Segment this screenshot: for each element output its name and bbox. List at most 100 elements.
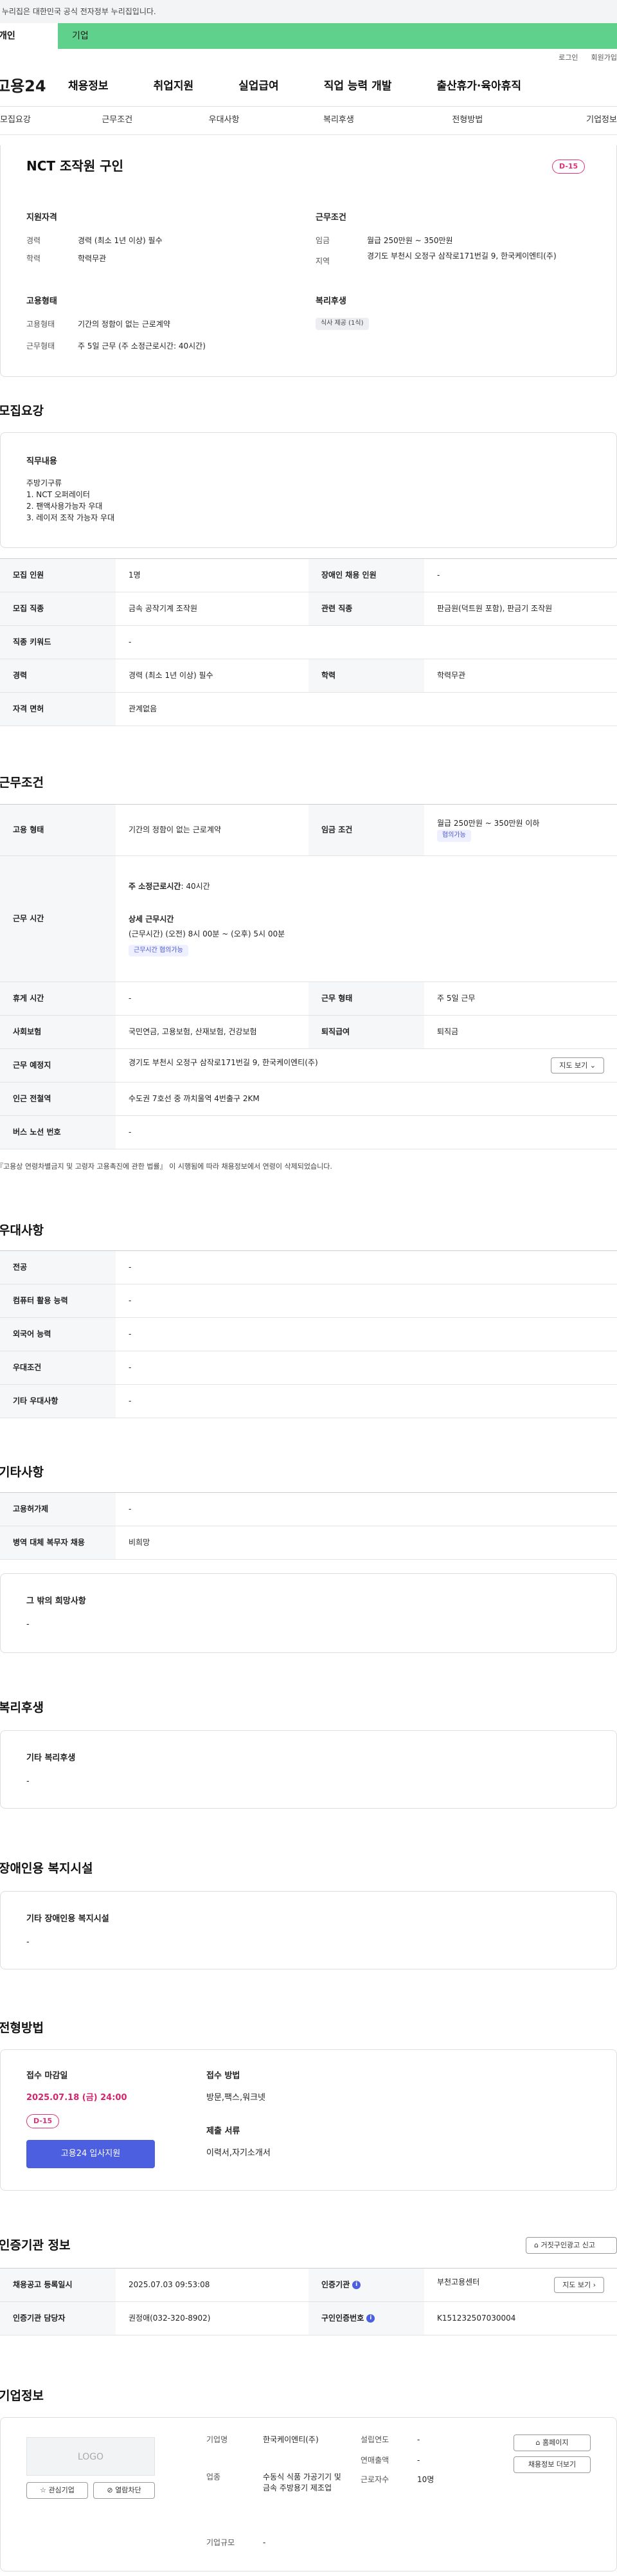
more-jobs-label: 채용정보 더보기: [528, 2460, 577, 2469]
subnav-conditions[interactable]: 근무조건: [82, 114, 184, 127]
cond-hours-cell: 주 소정근로시간: 40시간 상세 근무시간 (근무시간) (오전) 8시 00…: [116, 855, 617, 982]
chevron-right-icon: ›: [593, 2280, 596, 2289]
cond-v-place: 경기도 부천시 오정구 삼작로171번길 9, 한국케이엔티(주): [129, 1057, 318, 1067]
company-k-name: 기업명: [206, 2435, 228, 2444]
table-row: 근무 예정지 경기도 부천시 오정구 삼작로171번길 9, 한국케이엔티(주)…: [0, 1048, 617, 1082]
duty-line-1: 주방기구류: [26, 479, 62, 488]
site-logo[interactable]: 고용24: [0, 75, 68, 98]
homepage-button[interactable]: ⌂ 홈페이지: [514, 2434, 591, 2451]
tab-business-label: 기업: [72, 31, 89, 41]
table-row: 기타 우대사항 -: [0, 1384, 617, 1418]
cond-k-subway: 인근 전철역: [0, 1082, 116, 1116]
pref-k-language: 외국어 능력: [0, 1317, 116, 1351]
tab-personal[interactable]: 개인: [0, 23, 58, 49]
table-row: 자격 면허 관계없음: [0, 692, 617, 726]
pref-v-computer: -: [116, 1284, 617, 1318]
cond-k-rest: 휴게 시간: [0, 982, 116, 1016]
gnb-parental-leave[interactable]: 출산휴가·육아휴직: [436, 78, 521, 95]
agency-map-label: 지도 보기: [562, 2280, 591, 2289]
agency-k-reg: 채용공고 등록일시: [0, 2268, 116, 2302]
welfare-card: 기타 복리후생 -: [0, 1730, 617, 1809]
gnb-skill-development[interactable]: 직업 능력 개발: [324, 78, 392, 95]
company-section-title: 기업정보: [0, 2389, 44, 2403]
table-row: 버스 노선 번호 -: [0, 1115, 617, 1149]
duty-title: 직무내용: [26, 457, 57, 466]
method-label: 접수 방법: [206, 2071, 240, 2081]
block-view-label: 열람차단: [115, 2486, 141, 2494]
gnb-unemployment-benefit[interactable]: 실업급여: [238, 78, 279, 95]
apply-button[interactable]: 고용24 입사지원: [26, 2140, 155, 2168]
age-law-note: 『고용상 연령차별금지 및 고령자 고용촉진에 관한 법률』 이 시행됨에 따라…: [0, 1162, 332, 1171]
disability-box-title: 기타 장애인용 복지시설: [26, 1914, 109, 1924]
wage-negotiable-badge: 협의가능: [437, 830, 471, 842]
cond-k-bus: 버스 노선 번호: [0, 1115, 116, 1149]
gnb-employment-support[interactable]: 취업지원: [154, 78, 194, 95]
page: 이 누리집은 대한민국 공식 전자정부 누리집입니다. 개인 기업 로그인 회원…: [0, 0, 617, 2576]
info-icon[interactable]: i: [352, 2280, 361, 2289]
deadline-value: 2025.07.18 (금) 24:00: [26, 2093, 127, 2103]
agency-k-no-cell: 구인인증번호 i: [308, 2301, 424, 2335]
etc-wish-value: -: [26, 1620, 30, 1629]
subnav-recruit[interactable]: 모집요강: [0, 114, 82, 127]
favorite-company-button[interactable]: ☆ 관심기업: [26, 2482, 88, 2499]
recruit-k-job: 모집 직종: [0, 592, 116, 626]
agency-k-org: 인증기관: [321, 2279, 350, 2289]
emp-title: 고용형태: [26, 297, 57, 306]
welfare-box-title: 기타 복리후생: [26, 1753, 76, 1763]
table-row: 채용공고 등록일시 2025.07.03 09:53:08 인증기관 i 부천고용…: [0, 2268, 617, 2302]
cond-v-emp: 기간의 정함이 없는 근로계약: [116, 804, 308, 856]
pref-v-major: -: [116, 1250, 617, 1284]
etc-k-military: 병역 대체 복무자 채용: [0, 1526, 116, 1560]
hours-negotiable-badge: 근무시간 협의가능: [129, 944, 188, 957]
recruit-v-license: 관계없음: [116, 692, 617, 726]
cond-v-bus: -: [116, 1115, 617, 1149]
recruit-v-edu: 학력무관: [424, 659, 617, 693]
agency-v-no: K151232507030004: [424, 2301, 617, 2335]
table-row: 휴게 시간 - 근무 형태 주 5일 근무: [0, 982, 617, 1016]
subnav-welfare[interactable]: 복리후생: [291, 114, 406, 127]
subnav-company[interactable]: 기업정보: [535, 114, 617, 127]
table-row: 사회보험 국민연금, 고용보험, 산재보험, 건강보험 퇴직급여 퇴직금: [0, 1015, 617, 1049]
disability-box-value: -: [26, 1937, 30, 1947]
subnav-preference[interactable]: 우대사항: [184, 114, 291, 127]
recruit-k-disabled: 장애인 채용 인원: [308, 558, 424, 592]
place-map-label: 지도 보기: [559, 1061, 588, 1070]
pref-k-major: 전공: [0, 1250, 116, 1284]
duty-line-3: 2. 팬액사용가능자 우대: [26, 502, 103, 511]
recruit-v-career: 경력 (최소 1년 이상) 필수: [116, 659, 308, 693]
block-view-button[interactable]: ⊘ 열람차단: [93, 2482, 155, 2499]
process-card: 접수 마감일 2025.07.18 (금) 24:00 D-15 고용24 입사…: [0, 2049, 617, 2191]
agency-map-button[interactable]: 지도 보기 ›: [554, 2276, 604, 2294]
hours-week: 주 소정근로시간: 40시간: [129, 881, 604, 892]
agency-v-org: 부천고용센터: [437, 2277, 480, 2287]
hours-detail: (근무시간) (오전) 8시 00분 ~ (오후) 5시 00분: [129, 929, 285, 939]
cond-v-wage: 월급 250만원 ~ 350만원 이하: [437, 819, 540, 828]
tab-personal-label: 개인: [0, 31, 15, 41]
emp-value-shape: 주 5일 근무 (주 소정근로시간: 40시간): [78, 342, 206, 351]
subnav-process[interactable]: 전형방법: [406, 114, 534, 127]
gnb-jobs[interactable]: 채용정보: [68, 78, 109, 95]
etc-wish-card: 그 밖의 희망사항 -: [0, 1573, 617, 1653]
signup-link[interactable]: 회원가입: [591, 53, 617, 63]
method-value: 방문,팩스,워크넷: [206, 2093, 265, 2103]
summary-card: NCT 조작원 구인 D-15 지원자격 경력 경력 (최소 1년 이상) 필수…: [0, 145, 617, 377]
info-icon[interactable]: i: [366, 2314, 375, 2323]
homepage-label: 홈페이지: [542, 2438, 569, 2447]
recruit-v-count: 1명: [116, 558, 308, 592]
company-v-size: -: [263, 2538, 266, 2547]
cond-wage-cell: 월급 250만원 ~ 350만원 이하 협의가능: [424, 804, 617, 856]
cond-place-cell: 경기도 부천시 오정구 삼작로171번길 9, 한국케이엔티(주) 지도 보기 …: [116, 1048, 617, 1082]
report-false-ad-label: 거짓구인광고 신고: [541, 2241, 595, 2249]
more-jobs-button[interactable]: 채용정보 더보기: [514, 2456, 591, 2473]
tab-business[interactable]: 기업: [58, 23, 122, 49]
duty-line-2: 1. NCT 오퍼레이터: [26, 490, 90, 499]
report-false-ad-button[interactable]: ⌂ 거짓구인광고 신고: [526, 2237, 617, 2254]
recruit-k-license: 자격 면허: [0, 692, 116, 726]
place-map-button[interactable]: 지도 보기 ⌄: [551, 1057, 604, 1074]
company-card: LOGO ☆ 관심기업 ⊘ 열람차단 기업명 한국케이엔티(주) 업종 수동식 …: [0, 2417, 617, 2571]
table-row: 고용허가제 -: [0, 1492, 617, 1526]
work-value-wage: 월급 250만원 ~ 350만원: [367, 236, 453, 245]
login-link[interactable]: 로그인: [559, 53, 578, 63]
home-icon: ⌂: [535, 2438, 541, 2447]
company-v-est: -: [417, 2435, 420, 2444]
